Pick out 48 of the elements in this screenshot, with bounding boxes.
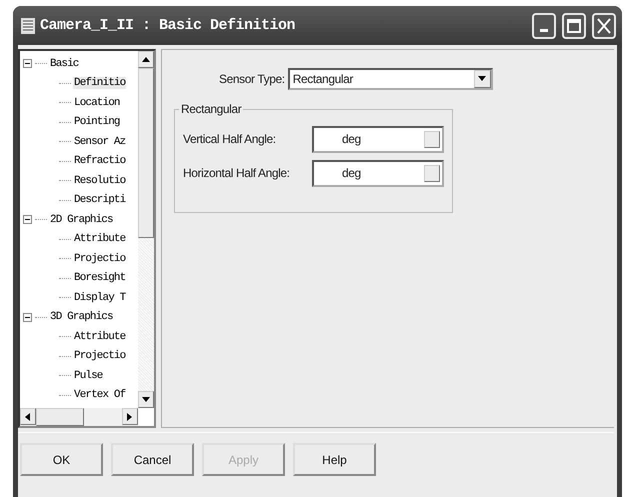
right-arrow-icon	[126, 412, 134, 420]
tree-item[interactable]: 2D Graphics	[49, 214, 114, 226]
down-arrow-icon	[142, 396, 150, 404]
collapse-icon[interactable]	[23, 312, 32, 322]
tree-item[interactable]: Projectio	[73, 350, 126, 362]
tree-item[interactable]: Vertex Of	[73, 389, 126, 402]
tree-item[interactable]: Descripti	[73, 194, 126, 206]
vertical-scrollbar[interactable]	[138, 51, 154, 408]
sensor-type-dropdown[interactable]: Rectangular	[288, 68, 493, 90]
tree-item[interactable]: Refractio	[73, 155, 126, 168]
field-label: Horizontal Half Angle:	[183, 166, 290, 180]
tree-item[interactable]: Pulse	[73, 370, 104, 382]
angle-field[interactable]: deg	[312, 160, 444, 186]
horizontal-scrollbar[interactable]	[20, 408, 138, 426]
tree-item[interactable]: Basic	[49, 58, 80, 70]
tree-item[interactable]: Projectio	[73, 252, 126, 265]
tree-item[interactable]: Display T	[73, 292, 126, 304]
angle-field[interactable]: deg	[312, 126, 444, 152]
tree-item[interactable]: 3D Graphics	[49, 311, 114, 324]
down-arrow-icon	[478, 75, 486, 83]
field-label: Vertical Half Angle:	[183, 132, 276, 146]
tree-item[interactable]: Boresight	[73, 272, 126, 284]
maximize-button[interactable]	[562, 12, 586, 38]
tree-item[interactable]: Sensor Az	[73, 136, 126, 148]
minimize-icon	[540, 29, 548, 32]
collapse-icon[interactable]	[23, 215, 32, 224]
tree-item[interactable]: Attribute	[73, 330, 126, 343]
dialog-button[interactable]: OK	[20, 443, 103, 476]
tree-item[interactable]: Definitio	[73, 77, 126, 90]
sensor-type-label: Sensor Type:	[219, 72, 285, 86]
maximize-icon	[567, 18, 581, 32]
unit-picker-icon[interactable]	[424, 164, 440, 182]
tree-item[interactable]: Pointing	[73, 116, 121, 128]
dialog-button[interactable]: Cancel	[111, 443, 194, 476]
tree-item[interactable]: Attribute	[73, 233, 126, 246]
minimize-button[interactable]	[532, 12, 556, 38]
up-arrow-icon	[142, 56, 150, 64]
document-icon	[20, 16, 36, 34]
dialog-button[interactable]: Help	[293, 443, 376, 476]
collapse-icon[interactable]	[23, 59, 32, 68]
close-button[interactable]	[592, 12, 616, 38]
close-icon	[597, 18, 611, 34]
tree-item[interactable]: Location	[73, 96, 121, 109]
tree-item[interactable]: Resolutio	[73, 174, 126, 187]
unit-picker-icon[interactable]	[424, 130, 440, 148]
group-title: Rectangular	[180, 102, 242, 116]
window-title: Camera_I_II : Basic Definition	[40, 17, 296, 34]
left-arrow-icon	[24, 412, 32, 420]
